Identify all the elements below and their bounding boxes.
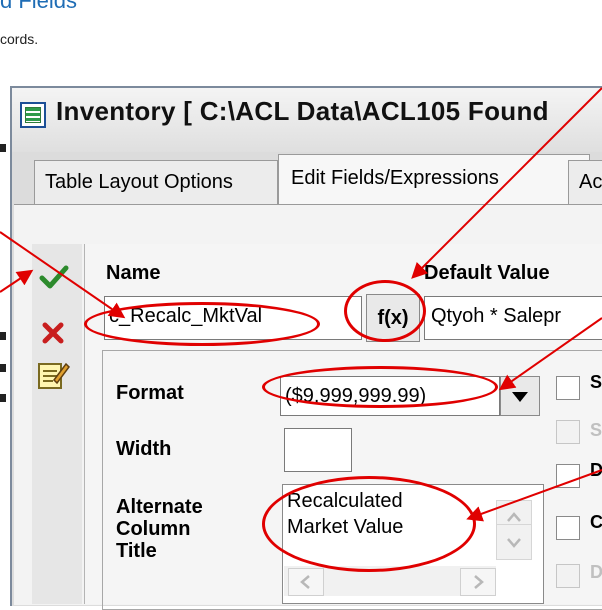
checkbox-label: D — [590, 562, 602, 582]
tab-table-layout-options[interactable]: Table Layout Options — [34, 160, 278, 204]
scroll-down-button[interactable] — [496, 524, 532, 560]
text-fragment-mark — [0, 144, 6, 152]
notepad-edit-icon[interactable] — [36, 358, 70, 392]
default-value-label: Default Value — [424, 262, 550, 284]
scroll-right-button[interactable] — [460, 568, 496, 596]
annotation-ellipse — [262, 476, 476, 572]
alternate-title-label: Alternate Column Title — [116, 496, 203, 562]
annotation-ellipse — [84, 302, 320, 346]
tab-edit-fields-expressions[interactable]: Edit Fields/Expressions — [278, 154, 590, 204]
table-icon — [20, 102, 46, 128]
annotation-ellipse — [262, 366, 498, 408]
green-checkmark-icon[interactable] — [36, 262, 72, 292]
text-fragment-mark — [0, 394, 6, 402]
width-label: Width — [116, 438, 172, 460]
checkbox[interactable] — [556, 376, 580, 400]
width-input[interactable] — [284, 428, 352, 472]
checkbox-label: C — [590, 512, 602, 532]
checkbox-label: S — [590, 420, 602, 440]
side-toolbar — [32, 244, 82, 604]
page-subtext: cords. — [0, 31, 39, 47]
checkbox-disabled — [556, 420, 580, 444]
tab-ac[interactable]: Ac — [568, 160, 602, 204]
annotation-ellipse — [344, 280, 426, 342]
red-x-icon[interactable] — [38, 318, 68, 348]
default-value-input[interactable]: Qtyoh * Salepr — [424, 296, 602, 340]
checkbox-label: D — [590, 460, 602, 480]
format-label: Format — [116, 382, 184, 404]
chevron-down-icon[interactable] — [500, 376, 540, 416]
scroll-left-button[interactable] — [288, 568, 324, 596]
page-heading: d Fields — [0, 0, 78, 13]
window-title: Inventory [ C:\ACL Data\ACL105 Found — [56, 96, 549, 126]
checkbox[interactable] — [556, 464, 580, 488]
checkbox-disabled — [556, 564, 580, 588]
checkbox-label: S — [590, 372, 602, 392]
name-label: Name — [106, 262, 161, 284]
checkbox[interactable] — [556, 516, 580, 540]
text-fragment-mark — [0, 364, 6, 372]
text-fragment-mark — [0, 332, 6, 340]
